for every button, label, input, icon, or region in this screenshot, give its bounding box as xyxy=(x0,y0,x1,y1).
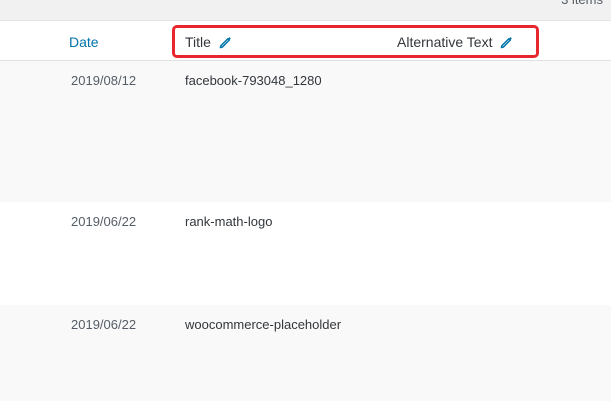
items-count: 3 items xyxy=(561,0,603,8)
media-table: Date Title Alternative Text 2019/08/12 f… xyxy=(0,20,611,401)
row-date: 2019/06/22 xyxy=(71,214,137,229)
title-column-header: Title xyxy=(185,34,233,50)
date-column-header[interactable]: Date xyxy=(69,34,99,50)
row-date: 2019/06/22 xyxy=(71,317,137,332)
row-title: rank-math-logo xyxy=(185,214,273,229)
title-column-label: Title xyxy=(185,34,211,50)
alt-text-column-label: Alternative Text xyxy=(397,34,493,50)
row-title: facebook-793048_1280 xyxy=(185,73,322,88)
row-title: woocommerce-placeholder xyxy=(185,317,342,332)
table-row[interactable]: 2019/06/22 woocommerce-placeholder xyxy=(0,305,611,401)
pencil-icon[interactable] xyxy=(218,35,233,50)
row-date: 2019/08/12 xyxy=(71,73,137,88)
table-row[interactable]: 2019/08/12 facebook-793048_1280 xyxy=(0,61,611,202)
pencil-icon[interactable] xyxy=(499,35,514,50)
table-row[interactable]: 2019/06/22 rank-math-logo xyxy=(0,202,611,305)
table-header: Date Title Alternative Text xyxy=(0,21,611,61)
alt-text-column-header: Alternative Text xyxy=(397,34,514,50)
